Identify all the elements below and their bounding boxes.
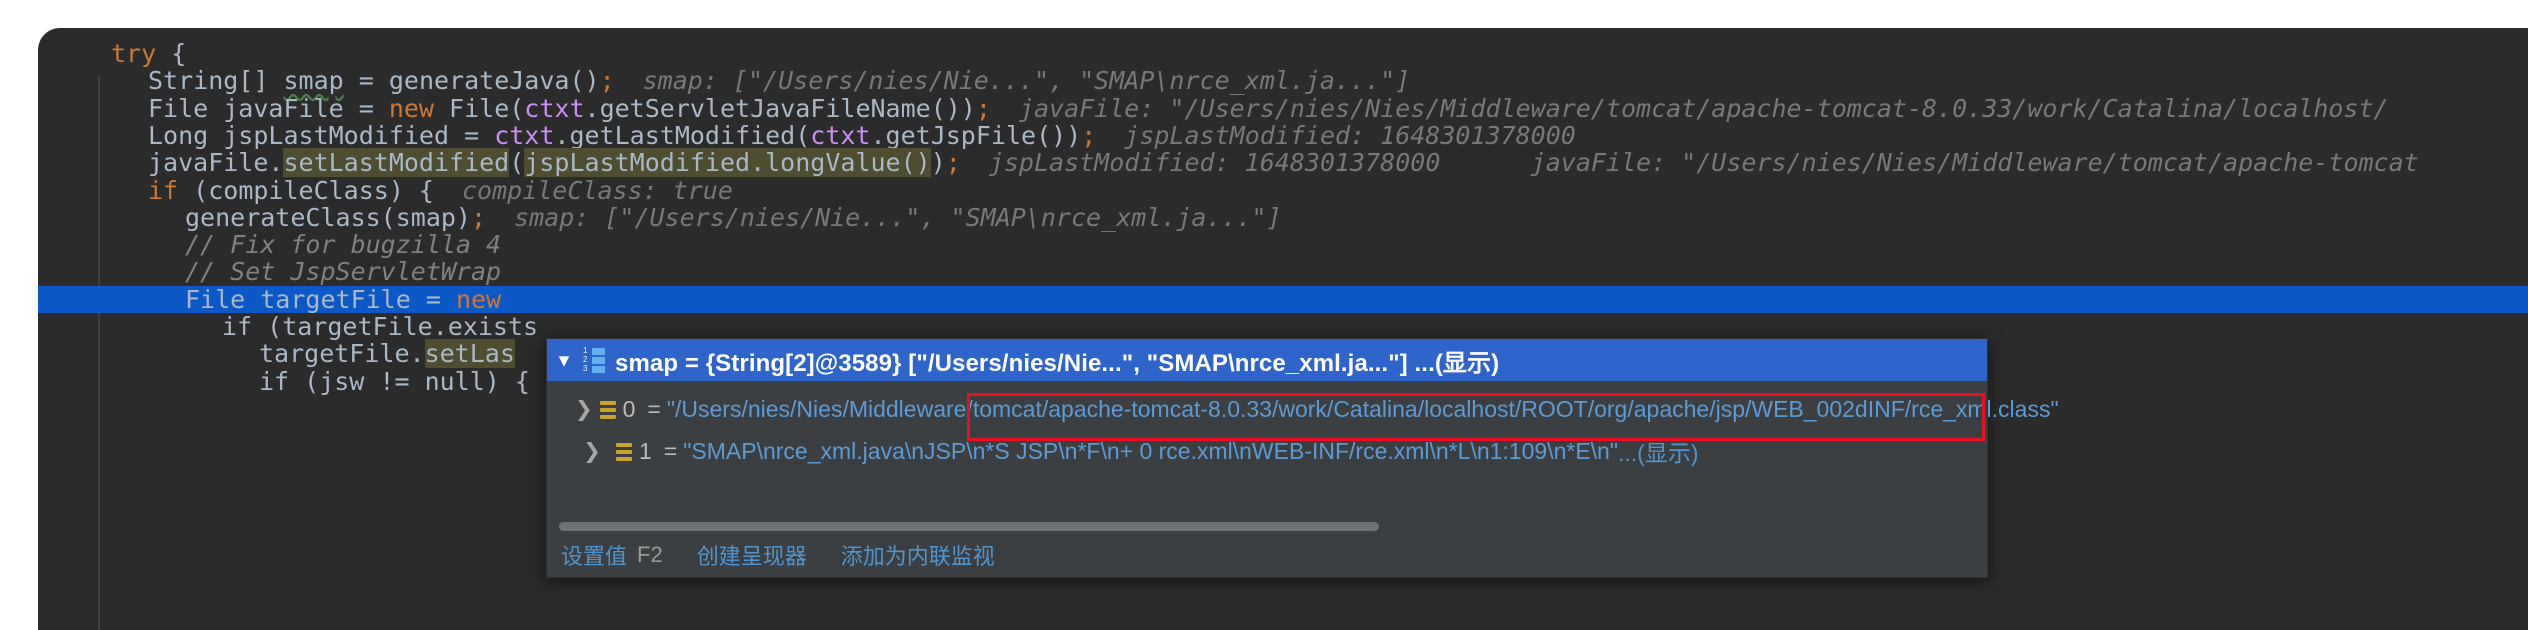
popup-action-1[interactable]: 创建呈现器 — [697, 539, 807, 571]
inline-hint: smap: ["/Users/nies/Nie...", "SMAP\nrce_… — [514, 202, 1282, 232]
popup-action-0[interactable]: 设置值 — [561, 539, 627, 571]
code-token: String[] — [148, 66, 284, 96]
inline-hint: compileClass: true — [461, 175, 733, 205]
code-token: // Set JspServletWrap — [185, 257, 502, 287]
show-more-link[interactable]: ...(显示) — [1618, 434, 1699, 468]
code-token: if (targetFile.exists — [222, 312, 539, 341]
code-token: Long jspLastModified = — [148, 120, 495, 150]
chevron-right-icon[interactable]: ❯ — [547, 397, 593, 421]
code-line[interactable]: String[] smap = generateJava(); smap: ["/… — [38, 67, 2528, 94]
code-line[interactable]: Long jspLastModified = ctxt.getLastModif… — [38, 122, 2528, 149]
code-line[interactable]: // Fix for bugzilla 4 — [38, 231, 2528, 258]
code-token: ( — [509, 148, 525, 178]
code-line[interactable]: generateClass(smap); smap: ["/Users/nies/… — [38, 204, 2528, 231]
code-token: try — [111, 39, 172, 68]
code-line[interactable]: // Set JspServletWrap — [38, 258, 2528, 285]
code-token: = generateJava() — [343, 66, 600, 96]
code-token: jspLastModified.longValue() — [524, 148, 931, 178]
equals-sign: = — [647, 395, 661, 422]
code-token: ctxt — [494, 120, 555, 150]
array-icon: 1 2 3 — [581, 339, 615, 381]
code-token: .getJspFile()) — [870, 120, 1082, 150]
variable-index: 1 — [639, 437, 652, 464]
popup-variable-row[interactable]: ❯ 1 = "SMAP\nrce_xml.java\nJSP\n*S JSP\n*F\… — [547, 431, 1987, 471]
code-token: ; — [945, 148, 961, 178]
array-element-icon — [609, 431, 639, 471]
code-token: (compileClass) { — [178, 175, 434, 205]
popup-header-label: smap = {String[2]@3589} ["/Users/nies/Ni… — [615, 349, 1500, 377]
inline-hint: jspLastModified: 1648301378000 — [1124, 120, 1576, 150]
debugger-variable-popup[interactable]: ▾ 1 2 3 smap = {String[2]@3589} ["/Users… — [546, 338, 2059, 578]
popup-header-row[interactable]: ▾ 1 2 3 smap = {String[2]@3589} ["/Users… — [547, 339, 1987, 381]
chevron-down-icon[interactable]: ▾ — [547, 339, 581, 381]
popup-action-bar[interactable]: 设置值 F2 创建呈现器 添加为内联监视 — [547, 533, 2001, 577]
code-token: File( — [433, 93, 525, 123]
code-token: .getLastModified( — [554, 120, 811, 150]
code-line[interactable]: File javaFile = new File(ctxt.getServlet… — [38, 93, 2528, 123]
code-token: new — [388, 93, 434, 123]
popup-variable-row[interactable]: ❯ 0 = "/Users/nies/Nies/Middleware/tomcat/a… — [547, 389, 2059, 429]
horizontal-scrollbar-thumb[interactable] — [559, 522, 1379, 531]
popup-action-2[interactable]: 添加为内联监视 — [841, 539, 995, 571]
code-token: new — [455, 284, 502, 314]
code-token: generateClass(smap) — [185, 202, 471, 232]
code-line[interactable]: javaFile.setLastModified(jspLastModified… — [38, 148, 2528, 178]
code-token: File targetFile = — [185, 284, 456, 314]
code-token: ctxt — [524, 93, 585, 123]
chevron-right-icon[interactable]: ❯ — [547, 439, 609, 463]
code-token: // Fix for bugzilla 4 — [185, 230, 502, 260]
variable-value: "/Users/nies/Nies/Middleware/tomcat/apac… — [666, 395, 2059, 422]
code-token: ; — [1081, 120, 1097, 150]
code-token: ; — [470, 202, 487, 232]
equals-sign: = — [663, 437, 678, 464]
code-token: if (jsw != null) { — [259, 366, 530, 396]
code-token: if — [148, 175, 179, 205]
code-token: ; — [599, 66, 615, 96]
code-token: setLastModified — [283, 148, 510, 178]
code-token: { — [171, 39, 187, 68]
code-token: File javaFile = — [148, 93, 389, 123]
variable-value: "SMAP\nrce_xml.java\nJSP\n*S JSP\n*F\n+ … — [683, 437, 1619, 464]
inline-hint: jspLastModified: 1648301378000 javaFile:… — [988, 148, 2419, 178]
code-token: ; — [975, 93, 991, 123]
code-token: smap — [283, 66, 344, 96]
code-token: ) — [930, 148, 946, 178]
code-token: javaFile. — [148, 148, 284, 178]
code-line[interactable]: File targetFile = new — [38, 286, 2528, 313]
horizontal-scrollbar[interactable] — [559, 519, 1973, 531]
code-line[interactable]: try { — [38, 40, 2528, 67]
variable-index: 0 — [622, 395, 636, 422]
code-line[interactable]: if (compileClass) { compileClass: true — [38, 175, 2528, 205]
screenshot-root: try {String[] smap = generateJava(); smap… — [0, 0, 2528, 630]
inline-hint: smap: ["/Users/nies/Nie...", "SMAP\nrce_… — [642, 66, 1411, 96]
code-token: targetFile. — [259, 339, 425, 369]
code-line[interactable]: if (targetFile.exists — [38, 313, 2528, 340]
popup-action-shortcut-0: F2 — [637, 542, 663, 567]
inline-hint: javaFile: "/Users/nies/Nies/Middleware/t… — [1018, 93, 2389, 123]
code-token: setLas — [424, 339, 515, 369]
code-token: ctxt — [810, 120, 871, 150]
code-token: .getServletJavaFileName()) — [584, 93, 976, 123]
array-element-icon — [593, 389, 623, 429]
